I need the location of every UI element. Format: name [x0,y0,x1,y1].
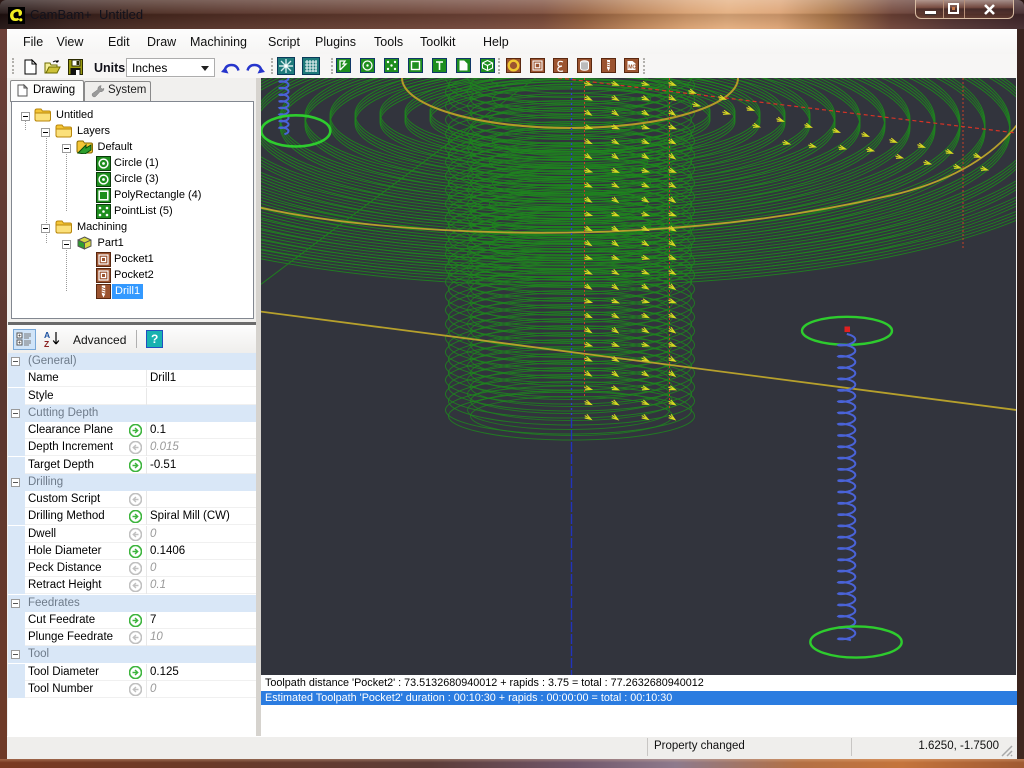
svg-text:Z: Z [44,339,49,349]
svg-text:MC: MC [628,65,636,71]
